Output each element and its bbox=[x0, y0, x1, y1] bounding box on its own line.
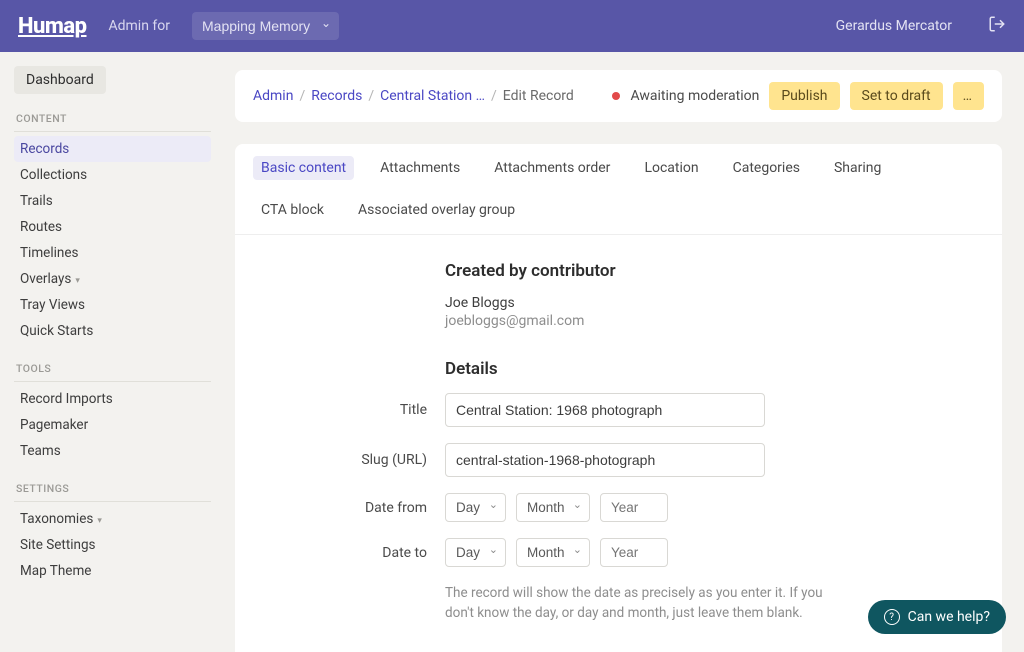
sidebar-item-overlays[interactable]: Overlays▾ bbox=[14, 266, 211, 292]
slug-input[interactable] bbox=[445, 443, 765, 477]
publish-button[interactable]: Publish bbox=[769, 82, 839, 110]
tab-sharing[interactable]: Sharing bbox=[826, 156, 889, 180]
sidebar-item-site-settings[interactable]: Site Settings bbox=[14, 532, 211, 558]
tab-attachments[interactable]: Attachments bbox=[372, 156, 468, 180]
tab-location[interactable]: Location bbox=[636, 156, 706, 180]
status-text: Awaiting moderation bbox=[630, 88, 759, 104]
tab-associated-overlay-group[interactable]: Associated overlay group bbox=[350, 198, 523, 222]
sidebar: Dashboard CONTENT Records Collections Tr… bbox=[0, 52, 225, 652]
dashboard-button[interactable]: Dashboard bbox=[14, 66, 106, 94]
sidebar-group-tools: TOOLS Record Imports Pagemaker Teams bbox=[14, 362, 211, 464]
date-from-year-input[interactable] bbox=[600, 493, 668, 522]
title-label: Title bbox=[275, 402, 445, 418]
breadcrumb-record[interactable]: Central Station … bbox=[380, 88, 485, 104]
title-input[interactable] bbox=[445, 393, 765, 427]
sidebar-item-routes[interactable]: Routes bbox=[14, 214, 211, 240]
sidebar-item-quick-starts[interactable]: Quick Starts bbox=[14, 318, 211, 344]
breadcrumb-current: Edit Record bbox=[503, 88, 574, 104]
sidebar-item-pagemaker[interactable]: Pagemaker bbox=[14, 412, 211, 438]
date-to-label: Date to bbox=[275, 545, 445, 561]
date-from-month-select[interactable]: Month bbox=[516, 493, 590, 522]
tab-basic-content[interactable]: Basic content bbox=[253, 156, 354, 180]
date-to-year-input[interactable] bbox=[600, 538, 668, 567]
date-helper-text: The record will show the date as precise… bbox=[445, 583, 835, 624]
help-bubble[interactable]: ? Can we help? bbox=[868, 600, 1006, 634]
tabs: Basic content Attachments Attachments or… bbox=[235, 144, 1002, 235]
breadcrumb-admin[interactable]: Admin bbox=[253, 88, 293, 104]
sidebar-item-taxonomies[interactable]: Taxonomies▾ bbox=[14, 506, 211, 532]
sidebar-group-settings: SETTINGS Taxonomies▾ Site Settings Map T… bbox=[14, 482, 211, 584]
date-to-day-select[interactable]: Day bbox=[445, 538, 506, 567]
breadcrumb: Admin / Records / Central Station … / Ed… bbox=[253, 88, 574, 104]
contributor-name: Joe Bloggs bbox=[445, 295, 902, 311]
slug-label: Slug (URL) bbox=[275, 452, 445, 468]
tab-categories[interactable]: Categories bbox=[725, 156, 808, 180]
sidebar-item-tray-views[interactable]: Tray Views bbox=[14, 292, 211, 318]
help-icon: ? bbox=[884, 609, 900, 625]
set-to-draft-button[interactable]: Set to draft bbox=[850, 82, 943, 110]
sidebar-group-title: CONTENT bbox=[16, 112, 211, 125]
sidebar-item-collections[interactable]: Collections bbox=[14, 162, 211, 188]
more-actions-button[interactable]: … bbox=[953, 82, 984, 110]
breadcrumb-records[interactable]: Records bbox=[311, 88, 362, 104]
signout-icon[interactable] bbox=[988, 15, 1006, 37]
admin-for-label: Admin for bbox=[109, 18, 171, 34]
current-user[interactable]: Gerardus Mercator bbox=[836, 18, 952, 34]
chevron-down-icon: ▾ bbox=[75, 276, 80, 286]
sidebar-group-content: CONTENT Records Collections Trails Route… bbox=[14, 112, 211, 344]
header-card: Admin / Records / Central Station … / Ed… bbox=[235, 70, 1002, 122]
tab-cta-block[interactable]: CTA block bbox=[253, 198, 332, 222]
chevron-down-icon: ▾ bbox=[97, 516, 102, 526]
details-heading: Details bbox=[445, 359, 902, 379]
logo[interactable]: Humap bbox=[18, 14, 87, 39]
sidebar-item-record-imports[interactable]: Record Imports bbox=[14, 386, 211, 412]
sidebar-item-trails[interactable]: Trails bbox=[14, 188, 211, 214]
tab-attachments-order[interactable]: Attachments order bbox=[486, 156, 618, 180]
site-select-input[interactable]: Mapping Memory bbox=[192, 12, 339, 40]
status-dot-icon bbox=[612, 92, 620, 100]
help-label: Can we help? bbox=[908, 609, 990, 625]
main: Admin / Records / Central Station … / Ed… bbox=[225, 52, 1024, 652]
sidebar-group-title: TOOLS bbox=[16, 362, 211, 375]
site-select[interactable]: Mapping Memory bbox=[192, 12, 339, 40]
sidebar-group-title: SETTINGS bbox=[16, 482, 211, 495]
date-from-day-select[interactable]: Day bbox=[445, 493, 506, 522]
contributor-heading: Created by contributor bbox=[445, 261, 902, 281]
sidebar-item-teams[interactable]: Teams bbox=[14, 438, 211, 464]
date-to-month-select[interactable]: Month bbox=[516, 538, 590, 567]
topbar: Humap Admin for Mapping Memory Gerardus … bbox=[0, 0, 1024, 52]
contributor-email: joebloggs@gmail.com bbox=[445, 313, 902, 329]
content-card: Basic content Attachments Attachments or… bbox=[235, 144, 1002, 652]
sidebar-item-records[interactable]: Records bbox=[14, 136, 211, 162]
date-from-label: Date from bbox=[275, 500, 445, 516]
sidebar-item-map-theme[interactable]: Map Theme bbox=[14, 558, 211, 584]
sidebar-item-timelines[interactable]: Timelines bbox=[14, 240, 211, 266]
